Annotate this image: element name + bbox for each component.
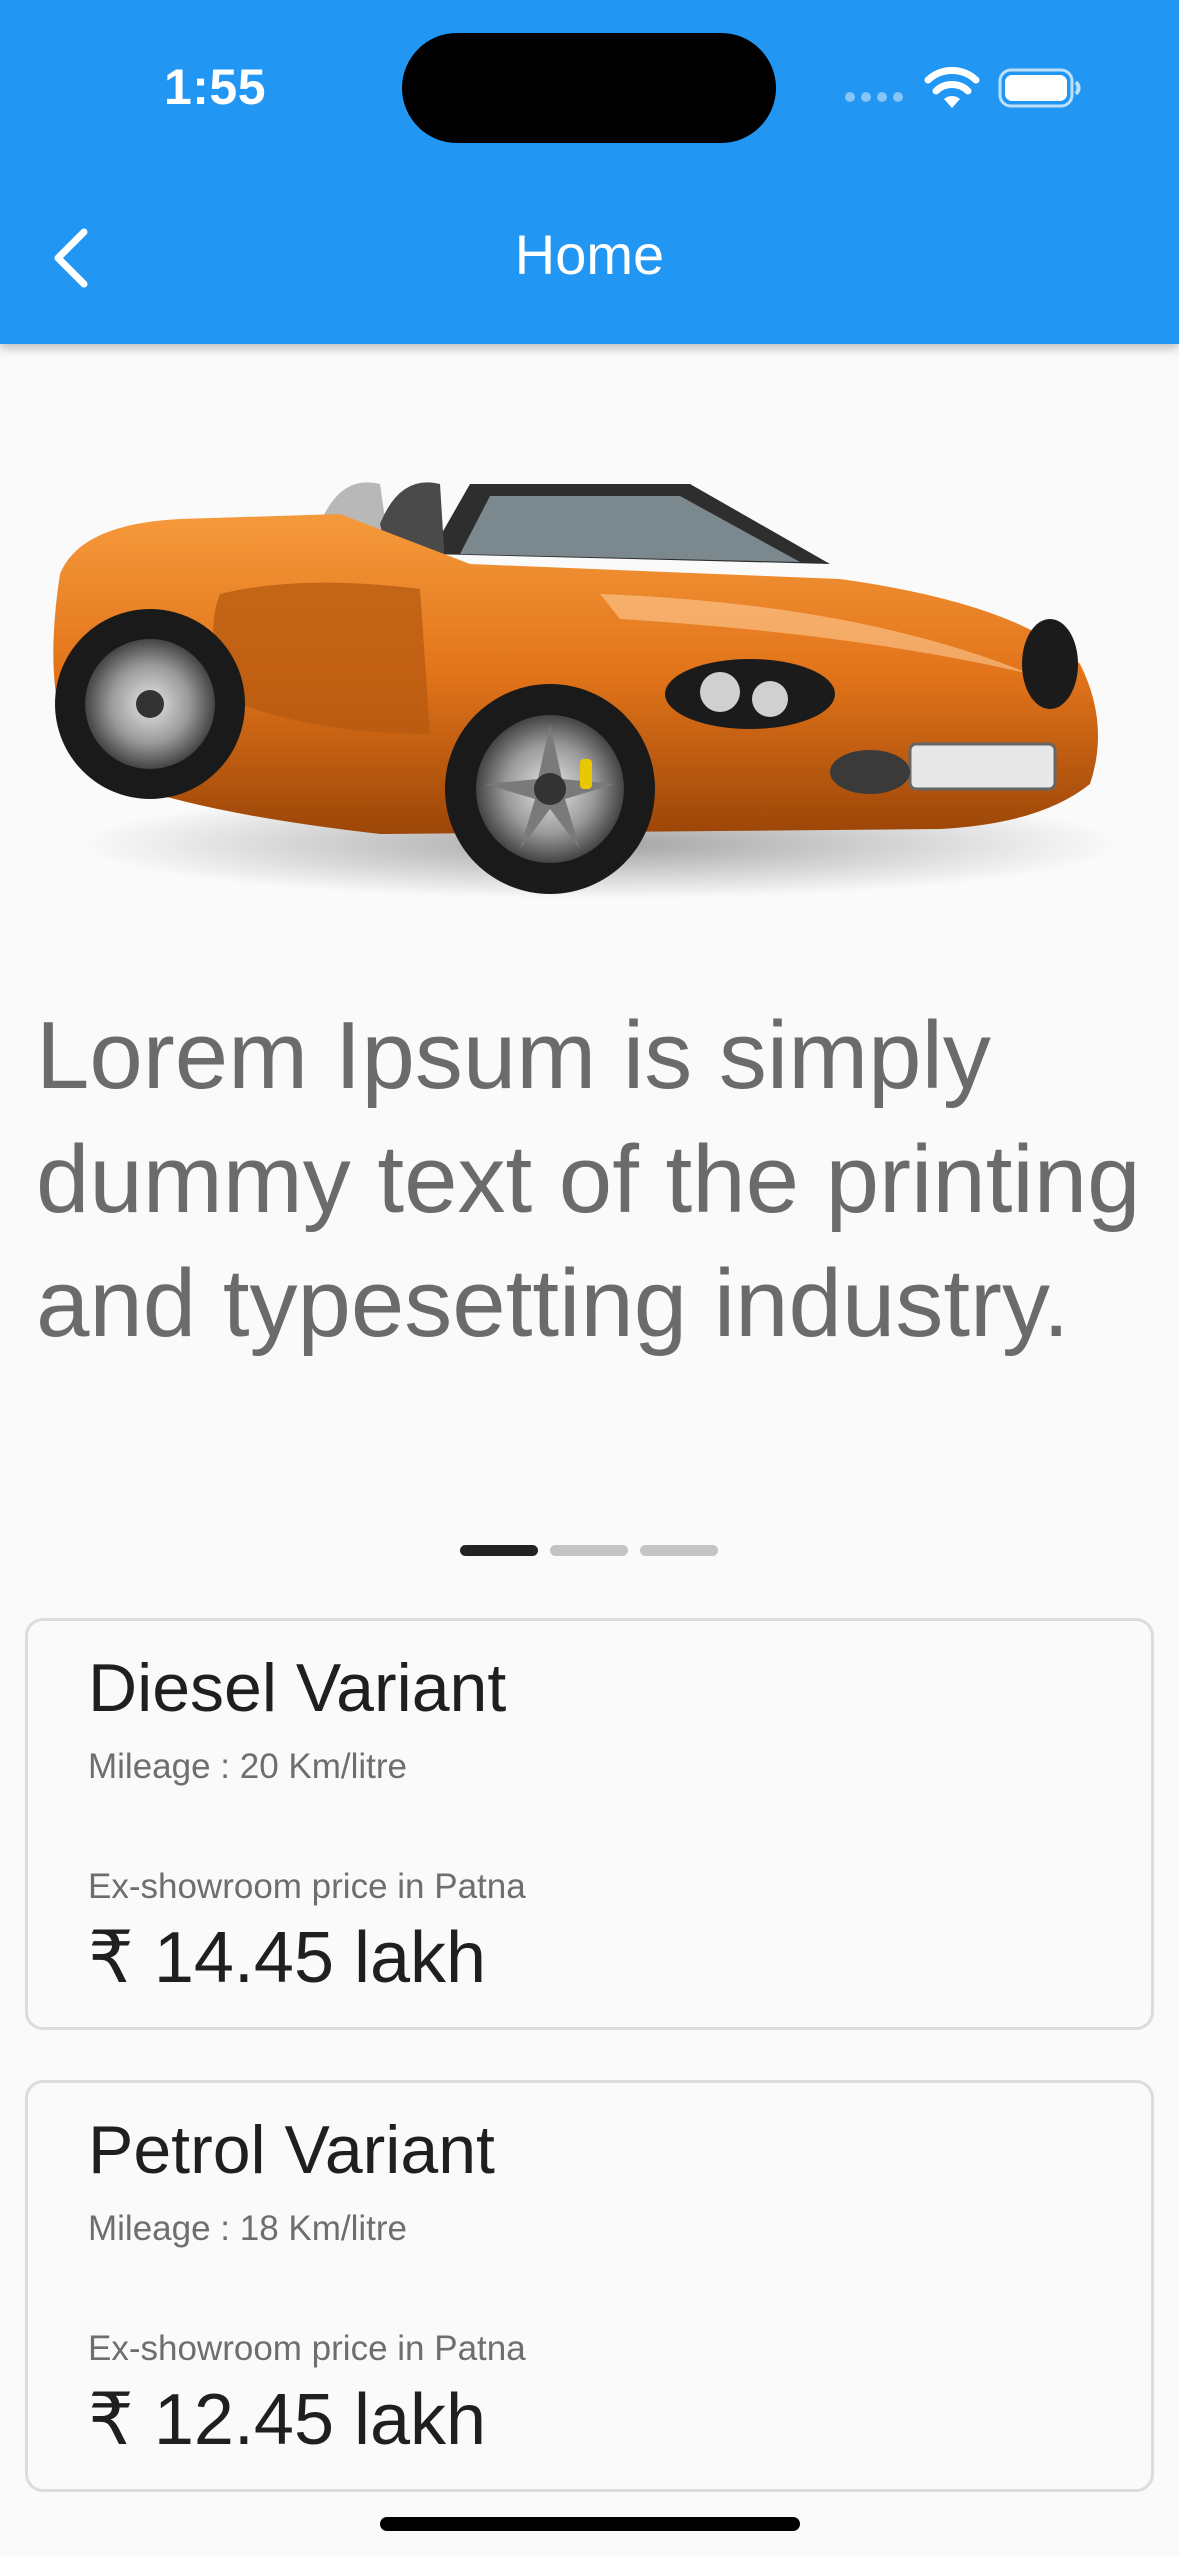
page-indicator [0, 1545, 1179, 1557]
car-image [53, 482, 1120, 899]
status-time: 1:55 [163, 59, 267, 115]
variant-price-label: Ex-showroom price in Patna [88, 1867, 526, 1906]
cellular-signal-icon [845, 92, 903, 102]
page-title: Home [514, 223, 665, 286]
page-dot-3[interactable] [640, 1545, 718, 1556]
app-screen: 1:55 Home Lorem Ipsum is simply dummy te… [0, 0, 1179, 2556]
dynamic-island [402, 33, 776, 143]
variant-price: ₹ 12.45 lakh [88, 2380, 487, 2460]
home-indicator[interactable] [380, 2517, 800, 2531]
variant-card-petrol[interactable]: Petrol Variant Mileage : 18 Km/litre Ex-… [25, 2080, 1154, 2492]
variant-price: ₹ 14.45 lakh [88, 1918, 487, 1998]
variant-title: Petrol Variant [88, 2112, 495, 2188]
variant-card-diesel[interactable]: Diesel Variant Mileage : 20 Km/litre Ex-… [25, 1618, 1154, 2030]
battery-icon [998, 68, 1081, 108]
image-carousel[interactable]: Lorem Ipsum is simply dummy text of the … [0, 344, 1179, 1584]
variant-mileage: Mileage : 20 Km/litre [88, 1747, 408, 1786]
variant-title: Diesel Variant [88, 1650, 507, 1726]
page-dot-2[interactable] [550, 1545, 628, 1556]
carousel-caption: Lorem Ipsum is simply dummy text of the … [36, 1002, 1141, 1357]
variant-mileage: Mileage : 18 Km/litre [88, 2209, 408, 2248]
page-dot-1[interactable] [460, 1545, 538, 1556]
variant-price-label: Ex-showroom price in Patna [88, 2329, 526, 2368]
wifi-icon [924, 67, 980, 108]
app-bar: 1:55 Home [0, 0, 1179, 344]
